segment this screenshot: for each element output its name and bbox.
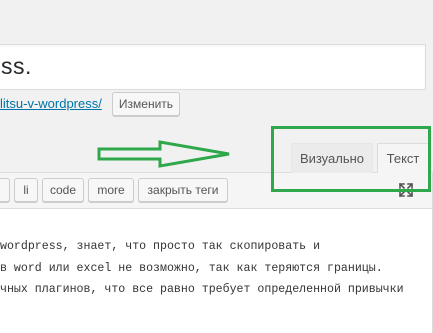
quicktag-more-button[interactable]: more <box>88 178 134 202</box>
arrow-annotation-icon <box>97 140 230 168</box>
quicktag-button-partial[interactable] <box>0 178 10 202</box>
quicktag-close-tags-button[interactable]: закрыть теги <box>138 178 228 202</box>
permalink-link[interactable]: litsu-v-wordpress/ <box>0 96 102 111</box>
editor-screen: ss. litsu-v-wordpress/ Изменить Визуальн… <box>0 0 433 333</box>
edit-permalink-button[interactable]: Изменить <box>112 92 180 116</box>
editor-text-line: в word или excel не возможно, так как те… <box>0 262 383 275</box>
tab-text[interactable]: Текст <box>377 143 429 173</box>
editor-text-line: wordpress, знает, что просто так скопиро… <box>0 240 321 253</box>
editor-text-line: чных плагинов, что все равно требует опр… <box>0 283 404 296</box>
post-title-field[interactable]: ss. <box>0 44 426 90</box>
quicktag-li-button[interactable]: li <box>14 178 38 202</box>
quicktag-code-button[interactable]: code <box>42 178 84 202</box>
fullscreen-icon[interactable] <box>398 182 414 198</box>
tab-visual[interactable]: Визуально <box>291 143 373 173</box>
post-title-text: ss. <box>1 53 32 79</box>
